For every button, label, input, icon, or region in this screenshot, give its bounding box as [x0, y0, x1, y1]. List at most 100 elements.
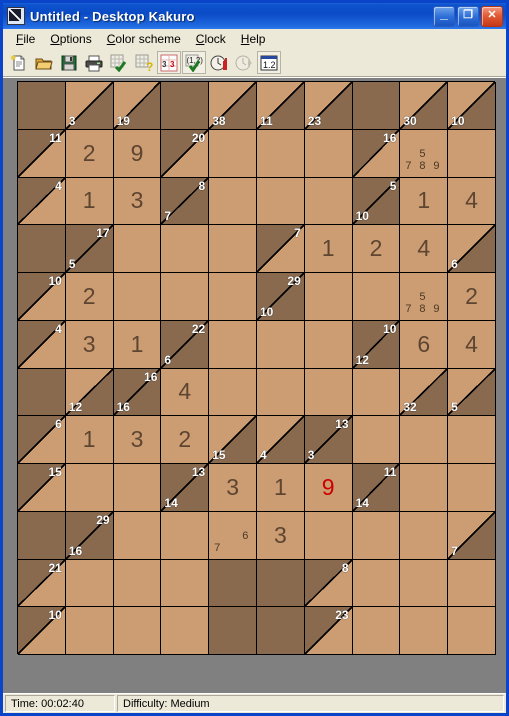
- entry-cell-r3c3[interactable]: 3: [113, 177, 162, 226]
- entry-cell-r10c6[interactable]: 3: [256, 511, 305, 560]
- entry-cell-r9c7[interactable]: 9: [304, 464, 353, 512]
- hint-button[interactable]: ?: [132, 51, 156, 74]
- entry-cell-r4c5[interactable]: [209, 225, 257, 273]
- entry-cell-r6c9[interactable]: 6: [400, 320, 449, 369]
- entry-cell-r12c2[interactable]: [65, 607, 114, 655]
- entry-cell-r3c9[interactable]: 1: [400, 177, 449, 226]
- entry-cell-r7c5[interactable]: [209, 368, 257, 417]
- print-button[interactable]: [82, 51, 106, 74]
- candidates-toggle[interactable]: 1.2: [257, 51, 281, 74]
- entry-cell-r10c4[interactable]: [161, 511, 210, 560]
- entry-cell-r11c9[interactable]: [400, 559, 449, 608]
- entry-cell-r6c6[interactable]: [256, 320, 305, 369]
- clock-run-icon: [210, 54, 228, 72]
- entry-cell-r7c6[interactable]: [256, 368, 305, 417]
- entry-cell-r7c4[interactable]: 4: [161, 368, 210, 417]
- menu-clock[interactable]: Clock: [189, 30, 234, 48]
- kakuro-grid[interactable]: 3 19 38 11 23 30 10 11 2 9 20 16 5 7 8 9 4 1 3 8 7 5 10 1 4 17 5 7 1…: [17, 81, 496, 655]
- entry-cell-r2c10[interactable]: [448, 129, 496, 178]
- entry-cell-r9c5[interactable]: 3: [209, 464, 257, 512]
- entry-cell-r9c2[interactable]: [65, 464, 114, 512]
- entry-cell-r10c9[interactable]: [400, 511, 449, 560]
- open-puzzle-button[interactable]: [32, 51, 56, 74]
- entry-cell-r8c10[interactable]: [448, 416, 496, 464]
- entry-cell-r2c5[interactable]: [209, 129, 257, 178]
- clue-cell-r8c5: 15: [209, 416, 257, 464]
- entry-cell-r11c2[interactable]: [65, 559, 114, 608]
- entry-cell-r10c5[interactable]: 67: [209, 511, 257, 560]
- entry-cell-r5c8[interactable]: [352, 273, 401, 321]
- entry-cell-r9c10[interactable]: [448, 464, 496, 512]
- entry-cell-r9c6[interactable]: 1: [256, 464, 305, 512]
- entry-cell-r3c7[interactable]: [304, 177, 353, 226]
- entry-cell-r9c3[interactable]: [113, 464, 162, 512]
- entry-cell-r6c10[interactable]: 4: [448, 320, 496, 369]
- entry-cell-r2c7[interactable]: [304, 129, 353, 178]
- pencil-mark-5: 5: [419, 291, 426, 303]
- entry-cell-r5c7[interactable]: [304, 273, 353, 321]
- menu-color-scheme[interactable]: Color scheme: [100, 30, 189, 48]
- entry-cell-r10c7[interactable]: [304, 511, 353, 560]
- minimize-button[interactable]: _: [433, 5, 455, 27]
- entry-cell-r5c2[interactable]: 2: [65, 273, 114, 321]
- entry-cell-r3c6[interactable]: [256, 177, 305, 226]
- entry-cell-r9c9[interactable]: [400, 464, 449, 512]
- entry-value: 1: [82, 426, 96, 453]
- entry-cell-r5c5[interactable]: [209, 273, 257, 321]
- check-solution-button[interactable]: [107, 51, 131, 74]
- entry-cell-r12c4[interactable]: [161, 607, 210, 655]
- clue-across-value: 11: [49, 130, 62, 145]
- entry-cell-r2c3[interactable]: 9: [113, 129, 162, 178]
- entry-cell-r12c9[interactable]: [400, 607, 449, 655]
- entry-cell-r10c3[interactable]: [113, 511, 162, 560]
- close-button[interactable]: ✕: [481, 5, 503, 27]
- entry-cell-r11c3[interactable]: [113, 559, 162, 608]
- entry-cell-r10c8[interactable]: [352, 511, 401, 560]
- entry-cell-r6c2[interactable]: 3: [65, 320, 114, 369]
- entry-cell-r4c3[interactable]: [113, 225, 162, 273]
- entry-cell-r12c10[interactable]: [448, 607, 496, 655]
- entry-cell-r6c7[interactable]: [304, 320, 353, 369]
- clue-cell-r9c4: 13 14: [161, 464, 210, 512]
- entry-cell-r11c4[interactable]: [161, 559, 210, 608]
- entry-cell-r4c8[interactable]: 2: [352, 225, 401, 273]
- timer-start-button[interactable]: [207, 51, 231, 74]
- kakuro-app-icon[interactable]: [7, 7, 25, 25]
- entry-cell-r12c3[interactable]: [113, 607, 162, 655]
- entry-cell-r5c4[interactable]: [161, 273, 210, 321]
- menu-options[interactable]: Options: [43, 30, 99, 48]
- maximize-button[interactable]: ❐: [457, 5, 479, 27]
- entry-cell-r2c9[interactable]: 5789: [400, 129, 449, 178]
- menu-help[interactable]: Help: [234, 30, 274, 48]
- save-puzzle-button[interactable]: [57, 51, 81, 74]
- entry-cell-r5c9[interactable]: 5789: [400, 273, 449, 321]
- entry-cell-r11c8[interactable]: [352, 559, 401, 608]
- entry-cell-r6c5[interactable]: [209, 320, 257, 369]
- entry-cell-r3c2[interactable]: 1: [65, 177, 114, 226]
- entry-cell-r8c4[interactable]: 2: [161, 416, 210, 464]
- clue-across-value: 10: [48, 608, 62, 623]
- entry-cell-r5c3[interactable]: [113, 273, 162, 321]
- clue-cell-r8c1: 6: [18, 416, 66, 464]
- menu-file[interactable]: File: [9, 30, 43, 48]
- entry-cell-r2c2[interactable]: 2: [65, 129, 114, 178]
- entry-cell-r6c3[interactable]: 1: [113, 320, 162, 369]
- entry-cell-r4c9[interactable]: 4: [400, 225, 449, 273]
- entry-cell-r4c7[interactable]: 1: [304, 225, 353, 273]
- entry-cell-r12c8[interactable]: [352, 607, 401, 655]
- entry-cell-r3c5[interactable]: [209, 177, 257, 226]
- entry-cell-r2c6[interactable]: [256, 129, 305, 178]
- entry-cell-r5c10[interactable]: 2: [448, 273, 496, 321]
- entry-cell-r8c9[interactable]: [400, 416, 449, 464]
- entry-cell-r3c10[interactable]: 4: [448, 177, 496, 226]
- entry-cell-r4c4[interactable]: [161, 225, 210, 273]
- show-errors-toggle[interactable]: 33: [157, 51, 181, 74]
- entry-cell-r8c2[interactable]: 1: [65, 416, 114, 464]
- auto-pencil-toggle[interactable]: (1,2): [182, 51, 206, 74]
- entry-cell-r8c8[interactable]: [352, 416, 401, 464]
- entry-cell-r7c7[interactable]: [304, 368, 353, 417]
- entry-cell-r7c8[interactable]: [352, 368, 401, 417]
- entry-cell-r11c10[interactable]: [448, 559, 496, 608]
- entry-cell-r8c3[interactable]: 3: [113, 416, 162, 464]
- new-puzzle-button[interactable]: [7, 51, 31, 74]
